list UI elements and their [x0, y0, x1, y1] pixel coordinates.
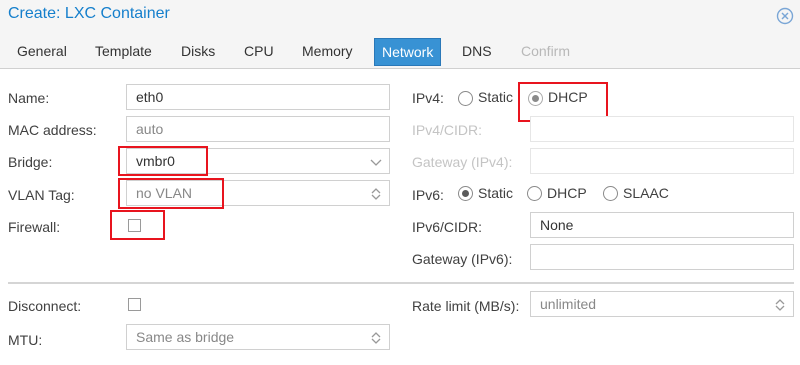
mac-address-field[interactable]: auto [126, 116, 390, 142]
rate-limit-field[interactable]: unlimited [530, 291, 794, 317]
mtu-placeholder: Same as bridge [136, 329, 235, 345]
dialog-header: Create: LXC Container [0, 0, 800, 32]
section-divider [8, 282, 794, 284]
ipv6-slaac-label: SLAAC [623, 185, 669, 201]
name-value: eth0 [136, 89, 164, 105]
tab-disks[interactable]: Disks [174, 38, 222, 64]
spinner-icon[interactable] [370, 187, 382, 201]
tab-memory[interactable]: Memory [295, 38, 360, 64]
mac-address-placeholder: auto [136, 121, 164, 137]
mtu-field[interactable]: Same as bridge [126, 324, 390, 350]
mtu-label: MTU: [8, 332, 43, 348]
highlight-vlan-tag [118, 178, 224, 209]
ipv4-cidr-label: IPv4/CIDR: [412, 122, 483, 138]
tab-general[interactable]: General [10, 38, 74, 64]
highlight-bridge [118, 146, 208, 176]
name-label: Name: [8, 90, 50, 106]
gateway-ipv6-field[interactable] [530, 244, 794, 270]
disconnect-label: Disconnect: [8, 298, 82, 314]
disconnect-checkbox[interactable] [128, 298, 141, 311]
tab-confirm: Confirm [521, 43, 571, 59]
dialog-title: Create: LXC Container [8, 5, 170, 22]
vlan-tag-label: VLAN Tag: [8, 187, 75, 203]
tab-dns[interactable]: DNS [455, 38, 499, 64]
bridge-label: Bridge: [8, 154, 53, 170]
ipv6-static-radio[interactable] [458, 186, 473, 201]
tab-network[interactable]: Network [374, 38, 442, 66]
ipv6-cidr-field[interactable]: None [530, 212, 794, 238]
gateway-ipv6-label: Gateway (IPv6): [412, 251, 513, 267]
spinner-icon[interactable] [774, 298, 786, 312]
ipv4-static-label: Static [478, 89, 514, 105]
ipv6-cidr-value: None [540, 217, 574, 233]
firewall-label: Firewall: [8, 219, 61, 235]
ipv4-static-radio[interactable] [458, 91, 473, 106]
highlight-firewall [110, 210, 165, 240]
gateway-ipv4-field [530, 148, 794, 174]
rate-limit-label: Rate limit (MB/s): [412, 298, 520, 314]
ipv6-dhcp-radio[interactable] [527, 186, 542, 201]
mac-address-label: MAC address: [8, 122, 97, 138]
chevron-down-icon[interactable] [370, 155, 382, 169]
rate-limit-placeholder: unlimited [540, 296, 597, 312]
ipv6-cidr-label: IPv6/CIDR: [412, 219, 483, 235]
spinner-icon[interactable] [370, 331, 382, 345]
close-icon[interactable] [775, 6, 795, 26]
ipv6-label: IPv6: [412, 187, 444, 203]
name-field[interactable]: eth0 [126, 84, 390, 110]
ipv6-static-label: Static [478, 185, 514, 201]
tab-cpu[interactable]: CPU [237, 38, 281, 64]
tab-template[interactable]: Template [88, 38, 159, 64]
ipv4-label: IPv4: [412, 90, 444, 106]
ipv4-cidr-field [530, 116, 794, 142]
ipv6-slaac-radio[interactable] [603, 186, 618, 201]
gateway-ipv4-label: Gateway (IPv4): [412, 154, 513, 170]
ipv6-dhcp-label: DHCP [547, 185, 587, 201]
